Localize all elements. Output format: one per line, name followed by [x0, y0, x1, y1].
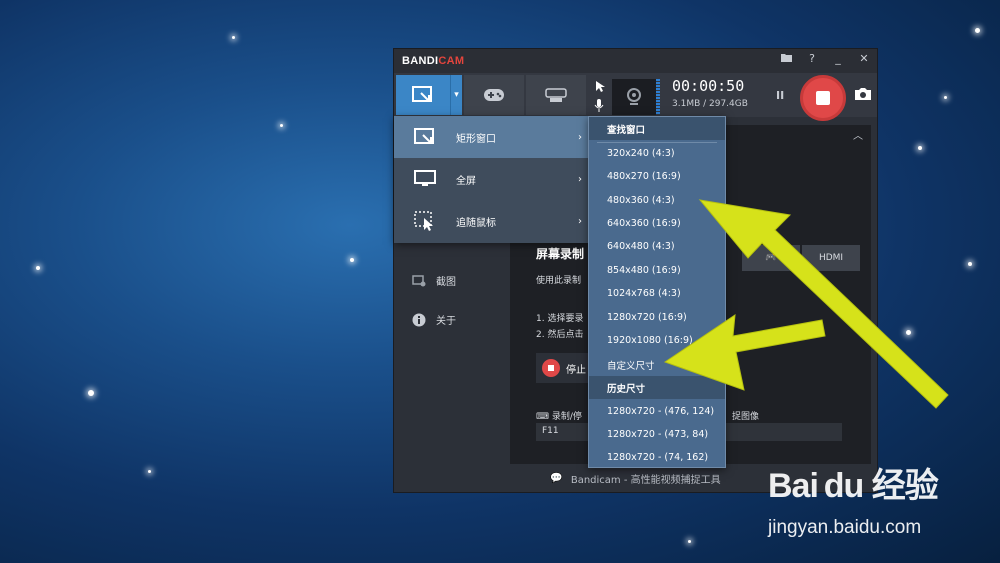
arrow-to-custom-size: [663, 313, 826, 391]
baidu-jingyan-logo: Bai du 经验: [768, 467, 939, 505]
watermark-url: jingyan.baidu.com: [768, 517, 922, 538]
